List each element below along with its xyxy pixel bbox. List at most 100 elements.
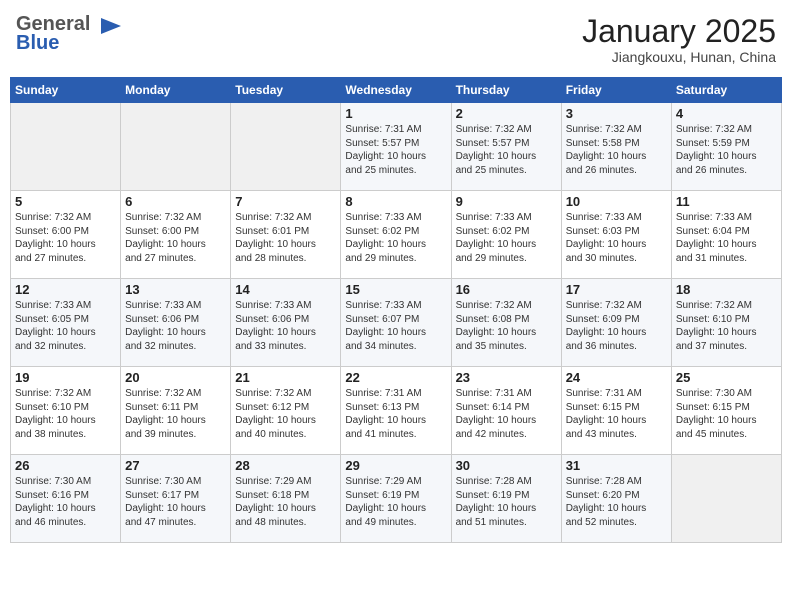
- day-cell: 30 Sunrise: 7:28 AMSunset: 6:19 PMDayligh…: [451, 455, 561, 543]
- day-cell: 24 Sunrise: 7:31 AMSunset: 6:15 PMDayligh…: [561, 367, 671, 455]
- day-number: 13: [125, 282, 226, 297]
- week-row-4: 19 Sunrise: 7:32 AMSunset: 6:10 PMDayligh…: [11, 367, 782, 455]
- day-number: 24: [566, 370, 667, 385]
- day-info: Sunrise: 7:33 AMSunset: 6:04 PMDaylight:…: [676, 211, 777, 265]
- weekday-header-sunday: Sunday: [11, 78, 121, 103]
- week-row-5: 26 Sunrise: 7:30 AMSunset: 6:16 PMDayligh…: [11, 455, 782, 543]
- day-number: 11: [676, 194, 777, 209]
- weekday-header-friday: Friday: [561, 78, 671, 103]
- day-info: Sunrise: 7:32 AMSunset: 6:01 PMDaylight:…: [235, 211, 336, 265]
- day-info: Sunrise: 7:32 AMSunset: 6:00 PMDaylight:…: [125, 211, 226, 265]
- day-number: 8: [345, 194, 446, 209]
- day-number: 31: [566, 458, 667, 473]
- day-info: Sunrise: 7:32 AMSunset: 6:11 PMDaylight:…: [125, 387, 226, 441]
- day-cell: 29 Sunrise: 7:29 AMSunset: 6:19 PMDayligh…: [341, 455, 451, 543]
- day-cell: 6 Sunrise: 7:32 AMSunset: 6:00 PMDaylight…: [121, 191, 231, 279]
- title-block: January 2025 Jiangkouxu, Hunan, China: [582, 14, 776, 65]
- day-number: 4: [676, 106, 777, 121]
- day-info: Sunrise: 7:30 AMSunset: 6:17 PMDaylight:…: [125, 475, 226, 529]
- day-cell: 15Sunrise: 7:33 AMSunset: 6:07 PMDayligh…: [341, 279, 451, 367]
- day-number: 29: [345, 458, 446, 473]
- day-number: 5: [15, 194, 116, 209]
- day-cell: 28 Sunrise: 7:29 AMSunset: 6:18 PMDayligh…: [231, 455, 341, 543]
- day-info: Sunrise: 7:32 AMSunset: 5:58 PMDaylight:…: [566, 123, 667, 177]
- day-cell: 4 Sunrise: 7:32 AMSunset: 5:59 PMDaylight…: [671, 103, 781, 191]
- day-cell: 5Sunrise: 7:32 AMSunset: 6:00 PMDaylight…: [11, 191, 121, 279]
- day-number: 9: [456, 194, 557, 209]
- day-number: 2: [456, 106, 557, 121]
- day-cell: 11 Sunrise: 7:33 AMSunset: 6:04 PMDayligh…: [671, 191, 781, 279]
- day-cell: 23Sunrise: 7:31 AMSunset: 6:14 PMDayligh…: [451, 367, 561, 455]
- day-info: Sunrise: 7:31 AMSunset: 6:15 PMDaylight:…: [566, 387, 667, 441]
- day-info: Sunrise: 7:31 AMSunset: 5:57 PMDaylight:…: [345, 123, 446, 177]
- day-number: 10: [566, 194, 667, 209]
- day-cell: 3 Sunrise: 7:32 AMSunset: 5:58 PMDaylight…: [561, 103, 671, 191]
- day-cell: 7 Sunrise: 7:32 AMSunset: 6:01 PMDaylight…: [231, 191, 341, 279]
- day-cell: 14 Sunrise: 7:33 AMSunset: 6:06 PMDayligh…: [231, 279, 341, 367]
- day-number: 7: [235, 194, 336, 209]
- day-info: Sunrise: 7:33 AMSunset: 6:02 PMDaylight:…: [345, 211, 446, 265]
- weekday-header-monday: Monday: [121, 78, 231, 103]
- calendar-body: 1Sunrise: 7:31 AMSunset: 5:57 PMDaylight…: [11, 103, 782, 543]
- day-cell: 16 Sunrise: 7:32 AMSunset: 6:08 PMDayligh…: [451, 279, 561, 367]
- day-cell: [11, 103, 121, 191]
- day-cell: 22 Sunrise: 7:31 AMSunset: 6:13 PMDayligh…: [341, 367, 451, 455]
- day-info: Sunrise: 7:32 AMSunset: 6:10 PMDaylight:…: [676, 299, 777, 353]
- day-cell: [671, 455, 781, 543]
- weekday-header-wednesday: Wednesday: [341, 78, 451, 103]
- day-info: Sunrise: 7:32 AMSunset: 6:10 PMDaylight:…: [15, 387, 116, 441]
- day-cell: 20Sunrise: 7:32 AMSunset: 6:11 PMDayligh…: [121, 367, 231, 455]
- calendar-header: SundayMondayTuesdayWednesdayThursdayFrid…: [11, 78, 782, 103]
- day-number: 26: [15, 458, 116, 473]
- weekday-header-tuesday: Tuesday: [231, 78, 341, 103]
- day-cell: 27Sunrise: 7:30 AMSunset: 6:17 PMDayligh…: [121, 455, 231, 543]
- week-row-2: 5 Sunrise: 7:32 AMSunset: 6:00 PMDaylight…: [11, 191, 782, 279]
- day-info: Sunrise: 7:29 AMSunset: 6:19 PMDaylight:…: [345, 475, 446, 529]
- calendar-table: SundayMondayTuesdayWednesdayThursdayFrid…: [10, 77, 782, 543]
- day-number: 22: [345, 370, 446, 385]
- day-cell: [231, 103, 341, 191]
- day-number: 16: [456, 282, 557, 297]
- month-title: January 2025: [582, 14, 776, 49]
- day-number: 12: [15, 282, 116, 297]
- logo: General Blue: [16, 14, 125, 55]
- day-info: Sunrise: 7:32 AMSunset: 6:09 PMDaylight:…: [566, 299, 667, 353]
- day-cell: 25Sunrise: 7:30 AMSunset: 6:15 PMDayligh…: [671, 367, 781, 455]
- day-cell: 10Sunrise: 7:33 AMSunset: 6:03 PMDayligh…: [561, 191, 671, 279]
- day-info: Sunrise: 7:33 AMSunset: 6:06 PMDaylight:…: [235, 299, 336, 353]
- day-info: Sunrise: 7:33 AMSunset: 6:05 PMDaylight:…: [15, 299, 116, 353]
- day-cell: 19 Sunrise: 7:32 AMSunset: 6:10 PMDayligh…: [11, 367, 121, 455]
- day-info: Sunrise: 7:33 AMSunset: 6:06 PMDaylight:…: [125, 299, 226, 353]
- week-row-3: 12 Sunrise: 7:33 AMSunset: 6:05 PMDayligh…: [11, 279, 782, 367]
- day-cell: 8 Sunrise: 7:33 AMSunset: 6:02 PMDaylight…: [341, 191, 451, 279]
- day-info: Sunrise: 7:31 AMSunset: 6:14 PMDaylight:…: [456, 387, 557, 441]
- day-number: 18: [676, 282, 777, 297]
- day-info: Sunrise: 7:30 AMSunset: 6:16 PMDaylight:…: [15, 475, 116, 529]
- day-number: 3: [566, 106, 667, 121]
- day-info: Sunrise: 7:28 AMSunset: 6:20 PMDaylight:…: [566, 475, 667, 529]
- day-cell: 2Sunrise: 7:32 AMSunset: 5:57 PMDaylight…: [451, 103, 561, 191]
- day-info: Sunrise: 7:28 AMSunset: 6:19 PMDaylight:…: [456, 475, 557, 529]
- day-number: 19: [15, 370, 116, 385]
- day-cell: 1Sunrise: 7:31 AMSunset: 5:57 PMDaylight…: [341, 103, 451, 191]
- day-cell: 21Sunrise: 7:32 AMSunset: 6:12 PMDayligh…: [231, 367, 341, 455]
- location-subtitle: Jiangkouxu, Hunan, China: [582, 49, 776, 65]
- day-number: 25: [676, 370, 777, 385]
- day-info: Sunrise: 7:31 AMSunset: 6:13 PMDaylight:…: [345, 387, 446, 441]
- day-info: Sunrise: 7:32 AMSunset: 6:12 PMDaylight:…: [235, 387, 336, 441]
- day-cell: 12 Sunrise: 7:33 AMSunset: 6:05 PMDayligh…: [11, 279, 121, 367]
- day-number: 30: [456, 458, 557, 473]
- day-info: Sunrise: 7:33 AMSunset: 6:02 PMDaylight:…: [456, 211, 557, 265]
- day-number: 28: [235, 458, 336, 473]
- day-cell: 31 Sunrise: 7:28 AMSunset: 6:20 PMDayligh…: [561, 455, 671, 543]
- day-cell: [121, 103, 231, 191]
- weekday-header-row: SundayMondayTuesdayWednesdayThursdayFrid…: [11, 78, 782, 103]
- day-info: Sunrise: 7:32 AMSunset: 5:59 PMDaylight:…: [676, 123, 777, 177]
- day-number: 14: [235, 282, 336, 297]
- day-info: Sunrise: 7:32 AMSunset: 6:08 PMDaylight:…: [456, 299, 557, 353]
- day-cell: 17Sunrise: 7:32 AMSunset: 6:09 PMDayligh…: [561, 279, 671, 367]
- day-info: Sunrise: 7:33 AMSunset: 6:07 PMDaylight:…: [345, 299, 446, 353]
- day-number: 6: [125, 194, 226, 209]
- day-info: Sunrise: 7:29 AMSunset: 6:18 PMDaylight:…: [235, 475, 336, 529]
- day-cell: 13 Sunrise: 7:33 AMSunset: 6:06 PMDayligh…: [121, 279, 231, 367]
